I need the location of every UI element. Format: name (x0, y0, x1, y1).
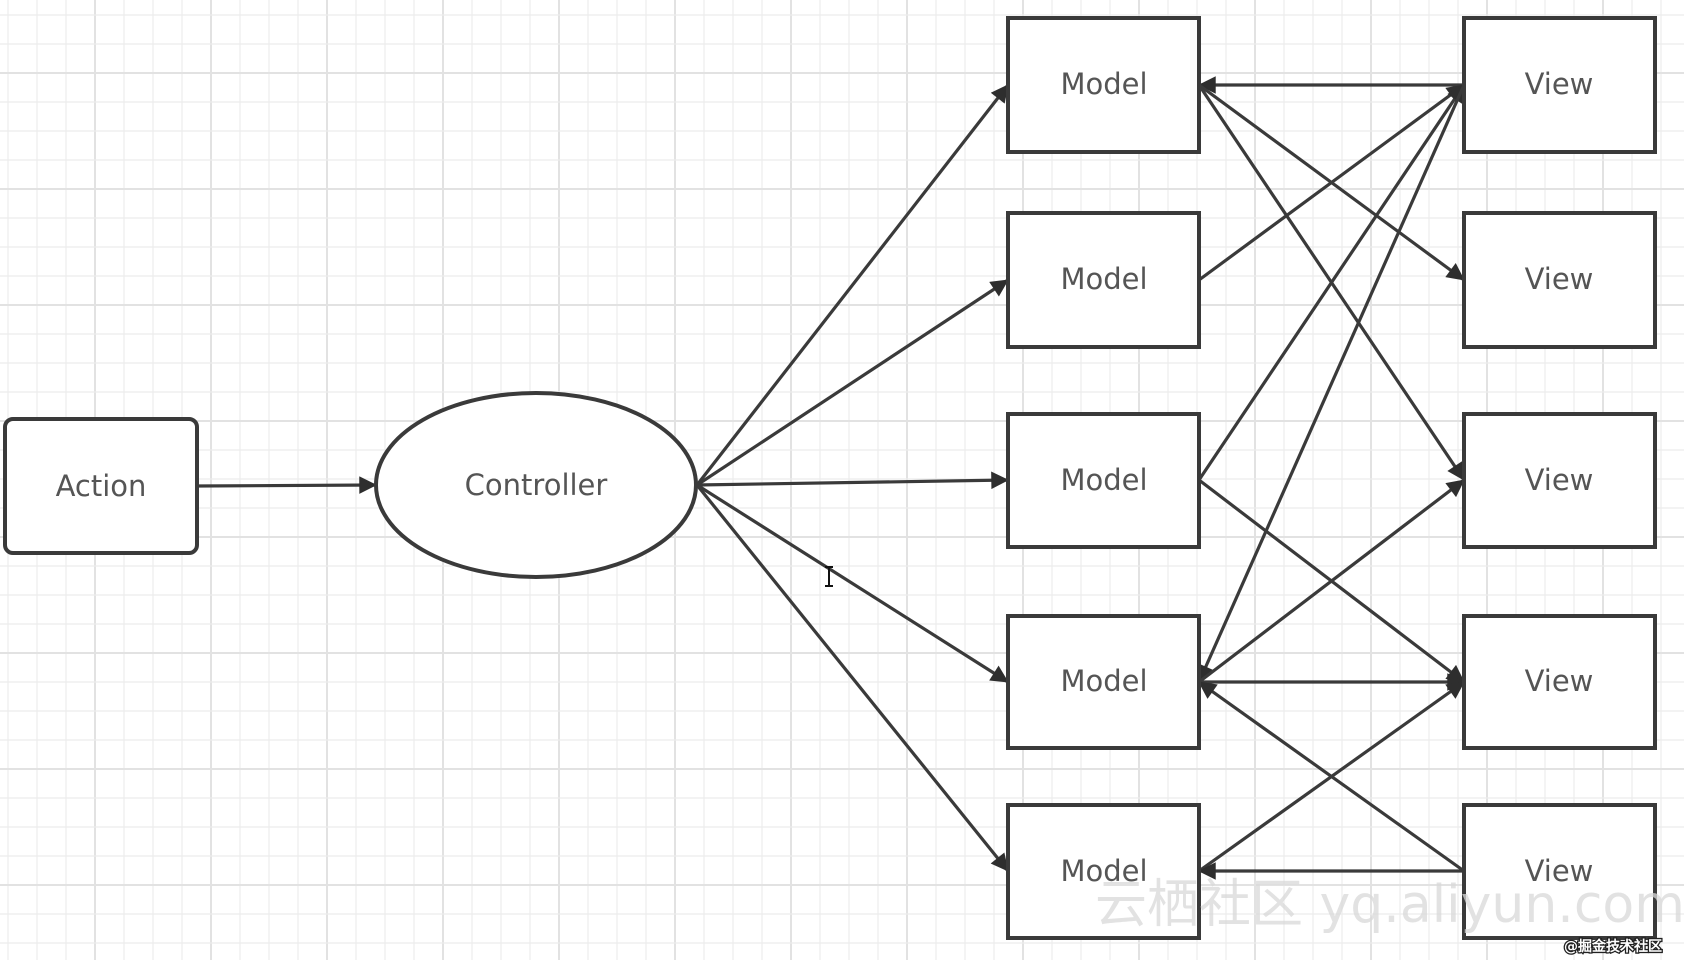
node-view-2[interactable]: View (1462, 211, 1657, 349)
node-view-3-label: View (1525, 463, 1594, 497)
node-model-2-label: Model (1060, 262, 1147, 296)
edge-controller-to-model1[interactable] (695, 84, 1010, 486)
node-controller[interactable]: Controller (374, 391, 698, 579)
node-model-4-label: Model (1060, 664, 1147, 698)
node-view-3[interactable]: View (1462, 412, 1657, 549)
edge-action-to-controller[interactable] (196, 476, 377, 494)
node-view-1-label: View (1525, 67, 1594, 101)
watermark-juejin: @掘金技术社区 (1564, 938, 1662, 955)
node-model-4[interactable]: Model (1006, 614, 1201, 750)
node-model-1-label: Model (1060, 67, 1147, 101)
background-grid (0, 0, 1684, 960)
node-view-1[interactable]: View (1462, 16, 1657, 154)
node-model-3-label: Model (1060, 463, 1147, 497)
node-view-2-label: View (1525, 262, 1594, 296)
node-model-2[interactable]: Model (1006, 211, 1201, 349)
node-action-label: Action (56, 469, 147, 503)
edge-controller-to-model3[interactable] (696, 471, 1009, 490)
node-model-3[interactable]: Model (1006, 412, 1201, 549)
edge-controller-to-model5[interactable] (695, 483, 1010, 873)
diagram-canvas: Action Controller Model Model Model Mode… (0, 0, 1684, 960)
node-view-4[interactable]: View (1462, 614, 1657, 750)
edge-view1-to-model4[interactable] (1197, 84, 1466, 683)
node-controller-label: Controller (465, 468, 608, 502)
watermark-aliyun: 云栖社区 yq.aliyun.com (1095, 875, 1684, 935)
node-view-4-label: View (1525, 664, 1594, 698)
nodes-layer: Action Controller Model Model Model Mode… (3, 16, 1657, 940)
node-model-1[interactable]: Model (1006, 16, 1201, 154)
node-action[interactable]: Action (3, 417, 199, 555)
edge-controller-to-model2[interactable] (696, 278, 1009, 487)
